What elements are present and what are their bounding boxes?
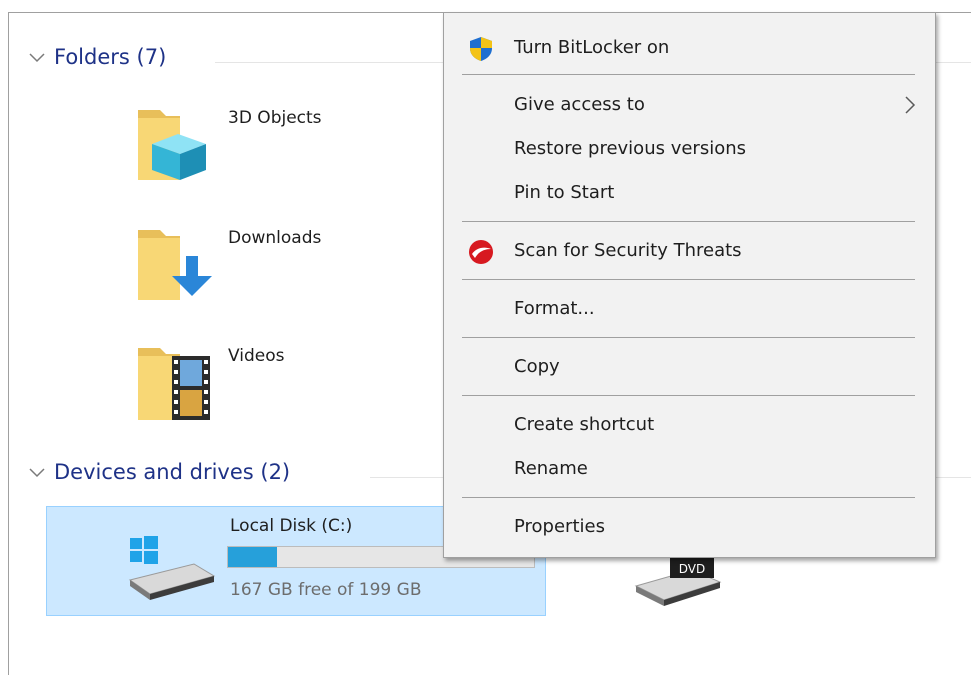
menu-item-pin-to-start[interactable]: Pin to Start	[444, 173, 935, 213]
downloads-folder-icon	[138, 230, 212, 300]
menu-item-label: Pin to Start	[514, 182, 615, 203]
menu-item-restore-previous-versions[interactable]: Restore previous versions	[444, 129, 935, 169]
menu-item-turn-bitlocker-on[interactable]: Turn BitLocker on	[444, 28, 935, 68]
menu-separator	[462, 74, 915, 75]
menu-separator	[462, 337, 915, 338]
menu-item-label: Restore previous versions	[514, 138, 747, 159]
windows-drive-icon	[128, 536, 216, 600]
menu-item-create-shortcut[interactable]: Create shortcut	[444, 405, 935, 445]
chevron-down-icon	[29, 468, 45, 478]
dvd-badge: DVD	[679, 562, 705, 576]
folders-group-title: Folders (7)	[54, 45, 167, 69]
folders-group-divider	[215, 62, 445, 63]
menu-separator	[462, 395, 915, 396]
menu-separator	[462, 221, 915, 222]
drive-name: Local Disk (C:)	[230, 516, 353, 536]
menu-item-label: Create shortcut	[514, 414, 655, 435]
menu-item-label: Rename	[514, 458, 588, 479]
folders-group-divider-right	[936, 62, 971, 63]
devices-group-header[interactable]: Devices and drives (2)	[26, 460, 290, 484]
menu-item-rename[interactable]: Rename	[444, 449, 935, 489]
drive-free-space: 167 GB free of 199 GB	[230, 580, 422, 600]
menu-item-give-access-to[interactable]: Give access to	[444, 85, 935, 125]
menu-item-label: Copy	[514, 356, 560, 377]
menu-item-properties[interactable]: Properties	[444, 507, 935, 547]
menu-item-label: Turn BitLocker on	[514, 37, 670, 58]
folder-name: Videos	[228, 346, 285, 366]
bitlocker-shield-icon	[470, 37, 492, 61]
devices-group-divider	[370, 477, 445, 478]
dvd-drive-icon[interactable]: DVD	[630, 556, 725, 608]
menu-item-label: Format...	[514, 298, 595, 319]
folder-name: 3D Objects	[228, 108, 322, 128]
menu-item-format[interactable]: Format...	[444, 289, 935, 329]
folders-group-header[interactable]: Folders (7)	[26, 45, 166, 69]
videos-folder-icon	[138, 348, 210, 420]
trend-micro-icon	[469, 240, 493, 264]
menu-item-label: Give access to	[514, 94, 645, 115]
menu-item-label: Scan for Security Threats	[514, 240, 742, 261]
menu-separator	[462, 279, 915, 280]
menu-item-scan-for-security-threats[interactable]: Scan for Security Threats	[444, 231, 935, 271]
drive-usage-fill	[228, 547, 277, 567]
menu-item-copy[interactable]: Copy	[444, 347, 935, 387]
3d-objects-folder-icon	[138, 110, 206, 180]
devices-group-title: Devices and drives (2)	[54, 460, 291, 484]
chevron-right-icon	[905, 96, 916, 114]
folder-name: Downloads	[228, 228, 322, 248]
menu-item-label: Properties	[514, 516, 605, 537]
devices-group-divider-right	[936, 477, 971, 478]
chevron-down-icon	[29, 53, 45, 63]
context-menu: Turn BitLocker on Give access to Restore…	[443, 12, 936, 558]
menu-separator	[462, 497, 915, 498]
